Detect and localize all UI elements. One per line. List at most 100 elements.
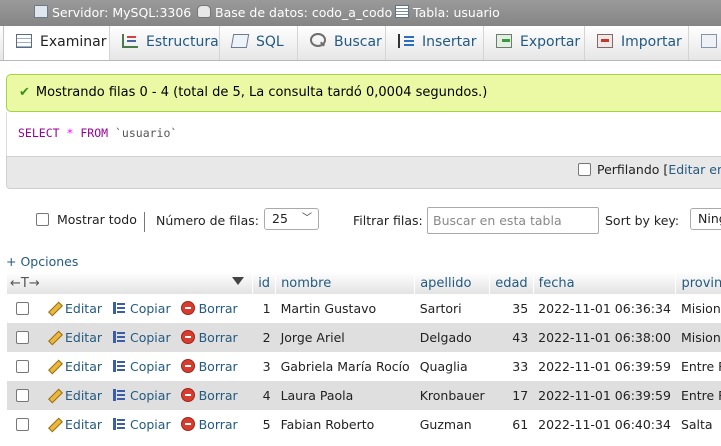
edit-row-button[interactable]: Editar bbox=[47, 388, 102, 403]
cell-provincia: Entre Rios bbox=[675, 352, 721, 381]
breadcrumb-database[interactable]: Base de datos: codo_a_codo » bbox=[197, 0, 408, 26]
delete-row-button[interactable]: Borrar bbox=[180, 330, 238, 345]
column-controls-header[interactable]: ←T→ bbox=[7, 272, 254, 294]
rows-select-value: 25 bbox=[272, 211, 288, 226]
edit-row-button[interactable]: Editar bbox=[47, 330, 102, 345]
tab-importar[interactable]: Importar bbox=[585, 26, 689, 60]
delete-icon bbox=[180, 359, 195, 373]
divider bbox=[144, 212, 145, 232]
pencil-icon bbox=[47, 359, 61, 373]
chevron-down-icon: ﹀ bbox=[302, 213, 312, 224]
profiling-checkbox[interactable] bbox=[578, 163, 591, 176]
tab-label: Buscar bbox=[334, 34, 382, 50]
delete-row-button[interactable]: Borrar bbox=[180, 359, 238, 374]
row-checkbox[interactable] bbox=[16, 302, 29, 315]
edit-row-button[interactable]: Editar bbox=[47, 417, 102, 432]
pencil-icon bbox=[47, 417, 61, 431]
row-checkbox[interactable] bbox=[16, 418, 29, 431]
row-checkbox[interactable] bbox=[16, 360, 29, 373]
cell-edad: 43 bbox=[489, 323, 534, 352]
column-header-fecha[interactable]: fecha bbox=[533, 272, 677, 294]
cell-apellido: Quaglia bbox=[414, 352, 490, 381]
delete-row-button[interactable]: Borrar bbox=[180, 388, 238, 403]
column-header-label: id bbox=[258, 275, 271, 291]
tab-buscar[interactable]: Buscar bbox=[298, 26, 386, 60]
browse-icon bbox=[16, 34, 32, 48]
breadcrumb-server-label: Servidor: MySQL:3306 bbox=[52, 5, 192, 20]
cell-apellido: Sartori bbox=[414, 294, 490, 323]
database-icon bbox=[197, 5, 211, 18]
cell-nombre: Laura Paola bbox=[275, 381, 415, 410]
edit-inline-link[interactable]: Editar en l bbox=[668, 162, 721, 177]
filter-rows-input[interactable] bbox=[427, 207, 599, 234]
breadcrumb-database-label: Base de datos: codo_a_codo bbox=[215, 5, 393, 20]
sql-icon bbox=[230, 34, 250, 48]
copy-row-button[interactable]: Copiar bbox=[112, 330, 171, 345]
triangle-down-icon[interactable] bbox=[232, 277, 245, 285]
navigation-controls: Mostrar todo Número de filas: 25 ﹀ Filtr… bbox=[0, 204, 721, 238]
copy-row-button[interactable]: Copiar bbox=[112, 301, 171, 316]
import-icon bbox=[597, 34, 613, 48]
tab-insertar[interactable]: Insertar bbox=[386, 26, 484, 60]
column-header-label: provincia bbox=[681, 275, 721, 291]
delete-row-button[interactable]: Borrar bbox=[180, 417, 238, 432]
cell-apellido: Kronbauer bbox=[414, 381, 490, 410]
column-header-label: apellido bbox=[420, 275, 472, 291]
row-checkbox[interactable] bbox=[16, 331, 29, 344]
cell-provincia: Misiones bbox=[675, 323, 721, 352]
tab-more[interactable] bbox=[689, 26, 721, 60]
edit-row-button[interactable]: Editar bbox=[47, 359, 102, 374]
cell-nombre: Jorge Ariel bbox=[275, 323, 415, 352]
more-icon bbox=[701, 34, 717, 48]
edit-row-button[interactable]: Editar bbox=[47, 301, 102, 316]
copy-row-button[interactable]: Copiar bbox=[112, 417, 171, 432]
options-link[interactable]: + Opciones bbox=[6, 254, 78, 269]
column-header-label: fecha bbox=[538, 275, 575, 291]
tab-exportar[interactable]: Exportar bbox=[484, 26, 585, 60]
column-header-apellido[interactable]: apellido bbox=[414, 272, 491, 294]
delete-icon bbox=[180, 417, 195, 431]
sql-star: * bbox=[66, 126, 74, 140]
column-resize-arrows: ←T→ bbox=[10, 275, 40, 291]
cell-provincia: Salta bbox=[675, 410, 721, 439]
column-header-id[interactable]: id bbox=[252, 272, 277, 294]
delete-row-button[interactable]: Borrar bbox=[180, 301, 238, 316]
copy-label: Copiar bbox=[130, 301, 171, 316]
breadcrumb-table[interactable]: Tabla: usuario bbox=[395, 0, 500, 26]
tab-label: Estructura bbox=[146, 34, 219, 50]
tab-examinar[interactable]: Examinar bbox=[3, 26, 110, 60]
column-header-edad[interactable]: edad bbox=[489, 272, 534, 294]
show-all-checkbox[interactable] bbox=[36, 213, 49, 226]
pencil-icon bbox=[47, 330, 61, 344]
breadcrumb-server[interactable]: Servidor: MySQL:3306 » bbox=[34, 0, 207, 26]
tab-label: SQL bbox=[256, 34, 284, 50]
cell-id: 3 bbox=[252, 352, 276, 381]
tab-label: Insertar bbox=[422, 34, 477, 50]
insert-icon bbox=[398, 34, 414, 48]
rows-select[interactable]: 25 ﹀ bbox=[264, 208, 319, 230]
copy-icon bbox=[112, 330, 126, 344]
copy-icon bbox=[112, 388, 126, 402]
cell-fecha: 2022-11-01 06:40:34 bbox=[533, 410, 676, 439]
copy-row-button[interactable]: Copiar bbox=[112, 359, 171, 374]
tab-estructura[interactable]: Estructura bbox=[110, 26, 220, 60]
column-header-provincia[interactable]: provincia bbox=[675, 272, 721, 294]
pencil-icon bbox=[47, 388, 61, 402]
copy-row-button[interactable]: Copiar bbox=[112, 388, 171, 403]
sql-table-name: `usuario` bbox=[115, 126, 178, 140]
sort-by-key-select[interactable]: Ning bbox=[690, 208, 721, 230]
sql-query[interactable]: SELECT * FROM `usuario` bbox=[18, 126, 177, 140]
column-header-nombre[interactable]: nombre bbox=[275, 272, 416, 294]
delete-icon bbox=[180, 330, 195, 344]
cell-edad: 33 bbox=[489, 352, 534, 381]
cell-id: 2 bbox=[252, 323, 276, 352]
cell-fecha: 2022-11-01 06:36:34 bbox=[533, 294, 676, 323]
tab-sql[interactable]: SQL bbox=[220, 26, 298, 60]
row-checkbox[interactable] bbox=[16, 389, 29, 402]
success-message: ✔ Mostrando filas 0 - 4 (total de 5, La c… bbox=[6, 74, 721, 112]
results-table: ←T→ id nombre apellido edad fecha provin… bbox=[7, 272, 721, 439]
tab-label: Exportar bbox=[520, 34, 581, 50]
cell-nombre: Martin Gustavo bbox=[275, 294, 415, 323]
copy-icon bbox=[112, 417, 126, 431]
delete-label: Borrar bbox=[198, 330, 238, 345]
